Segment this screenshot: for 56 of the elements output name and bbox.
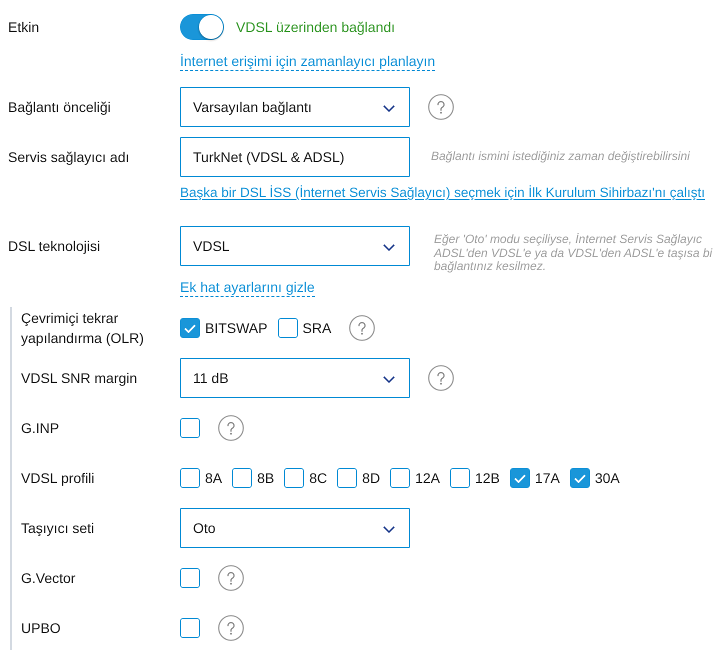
help-icon[interactable] — [218, 615, 244, 641]
checkbox[interactable] — [510, 468, 530, 488]
dropdown-select[interactable]: 11 dB — [180, 358, 410, 398]
option-label: BITSWAP — [205, 320, 268, 336]
text-field[interactable]: TurkNet (VDSL & ADSL) — [180, 137, 410, 177]
chevron-down-icon — [383, 104, 395, 112]
check-icon — [574, 474, 586, 482]
checkbox[interactable] — [450, 468, 470, 488]
checkbox[interactable] — [180, 618, 200, 638]
field-label: Servis sağlayıcı adı — [8, 148, 130, 167]
checkbox[interactable] — [570, 468, 590, 488]
field-label: DSL teknolojisi — [8, 237, 102, 256]
field-label: Etkin — [8, 18, 40, 37]
toggle-switch[interactable] — [180, 14, 224, 40]
field-label: VDSL profili — [21, 469, 96, 488]
hint-text: Eğer 'Oto' modu seçiliyse, İnternet Servis Sağlayıc ADSL'den VDSL'e ya da VDSL'den ADSL'e taşısa bi bağlantınız kesilmez. — [434, 233, 712, 274]
field-label: Bağlantı önceliği — [8, 98, 112, 117]
checkbox[interactable] — [180, 318, 200, 338]
help-icon[interactable] — [428, 94, 454, 120]
help-icon[interactable] — [428, 365, 454, 391]
check-icon — [184, 324, 196, 332]
option-label: 17A — [534, 470, 560, 486]
dropdown-select[interactable]: Oto — [180, 508, 410, 548]
checkbox[interactable] — [337, 468, 358, 488]
checkbox[interactable] — [284, 468, 304, 488]
status-text: VDSL üzerinden bağlandı — [236, 19, 396, 35]
hint-text: Bağlantı ismini istediğiniz zaman değiştirebilirsini — [431, 150, 690, 164]
checkbox[interactable] — [180, 418, 200, 438]
help-icon[interactable] — [218, 415, 244, 441]
field-label: G.Vector — [21, 569, 76, 588]
field-label: G.INP — [21, 419, 60, 438]
field-label: VDSL SNR margin — [21, 369, 138, 388]
option-label: 8C — [309, 470, 328, 486]
chevron-down-icon — [383, 526, 395, 532]
check-icon — [514, 474, 526, 482]
checkbox[interactable] — [180, 468, 200, 488]
field-label: Taşıyıcı seti — [21, 519, 96, 538]
option-label: 8D — [362, 470, 380, 486]
chevron-down-icon — [383, 376, 395, 382]
option-label: SRA — [302, 320, 332, 336]
checkbox[interactable] — [278, 318, 298, 338]
checkbox[interactable] — [390, 468, 410, 488]
option-label: 30A — [594, 470, 620, 486]
option-label: 12A — [415, 470, 440, 486]
chevron-down-icon — [383, 244, 395, 250]
dropdown-select[interactable]: VDSL — [180, 226, 410, 266]
field-label: UPBO — [21, 619, 62, 638]
option-label: 8B — [257, 470, 274, 486]
field-label: Çevrimiçi tekrar yapılandırma (OLR) — [21, 309, 145, 348]
checkbox[interactable] — [180, 568, 200, 588]
checkbox[interactable] — [232, 468, 252, 488]
option-label: 8A — [205, 470, 222, 486]
dropdown-select[interactable]: Varsayılan bağlantı — [180, 87, 410, 127]
help-icon[interactable] — [218, 565, 244, 591]
help-icon[interactable] — [349, 315, 376, 341]
option-label: 12B — [474, 470, 500, 486]
